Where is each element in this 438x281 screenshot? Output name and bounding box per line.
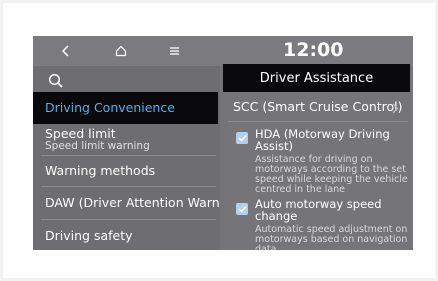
settings-panel: SCC (Smart Cruise Control) HDA (Motorway… [220,66,413,250]
back-icon [61,45,69,57]
chevron-right-icon [392,103,399,114]
menu-button[interactable] [163,41,185,61]
hda-description-line4: centred in the lane [255,184,346,195]
sidebar-item-daw[interactable]: DAW (Driver Attention Warning) [33,187,244,219]
sidebar-item-speed-limit[interactable]: Speed limit Speed limit warning [33,126,220,156]
infotainment-screen: 12:00 Driving Convenience Speed limit Sp… [33,36,413,250]
sidebar-item-driving-convenience[interactable]: Driving Convenience [33,92,218,124]
sidebar-item-label: Driving safety [45,228,133,243]
auto-speed-label-line2: change [255,209,298,223]
sidebar-item-warning-methods[interactable]: Warning methods [33,156,220,186]
sidebar-item-driving-safety[interactable]: Driving safety [33,220,220,250]
auto-speed-change-checkbox[interactable] [236,203,248,215]
sidebar-item-label: Warning methods [45,163,156,178]
hda-label-line2: Assist) [255,139,294,153]
top-bar: 12:00 [33,36,413,66]
scc-row[interactable]: SCC (Smart Cruise Control) [220,96,413,118]
clock: 12:00 [283,39,344,61]
sidebar-item-sublabel: Speed limit warning [45,140,150,152]
sidebar: Driving Convenience Speed limit Speed li… [33,66,244,250]
panel-title: Driver Assistance [223,64,410,92]
sidebar-item-label: DAW (Driver Attention Warning) [45,195,244,210]
menu-icon [169,47,179,55]
auto-speed-description-line3: data [255,244,277,250]
home-icon [115,45,127,57]
sidebar-item-label: Speed limit [45,126,116,141]
home-button[interactable] [110,41,132,61]
search-button[interactable] [47,72,67,92]
checkmark-icon [237,134,247,142]
checkmark-icon [237,205,247,213]
scc-label: SCC (Smart Cruise Control) [233,99,403,114]
back-button[interactable] [55,41,77,61]
auto-speed-description-line2: motorways based on navigation [255,234,408,245]
divider [228,121,408,122]
search-icon [48,73,63,88]
auto-speed-change-option: Auto motorway speed change Automatic spe… [220,196,413,250]
hda-checkbox[interactable] [236,132,248,144]
sidebar-item-label: Driving Convenience [45,100,175,115]
hda-option: HDA (Motorway Driving Assist) Assistance… [220,126,413,195]
